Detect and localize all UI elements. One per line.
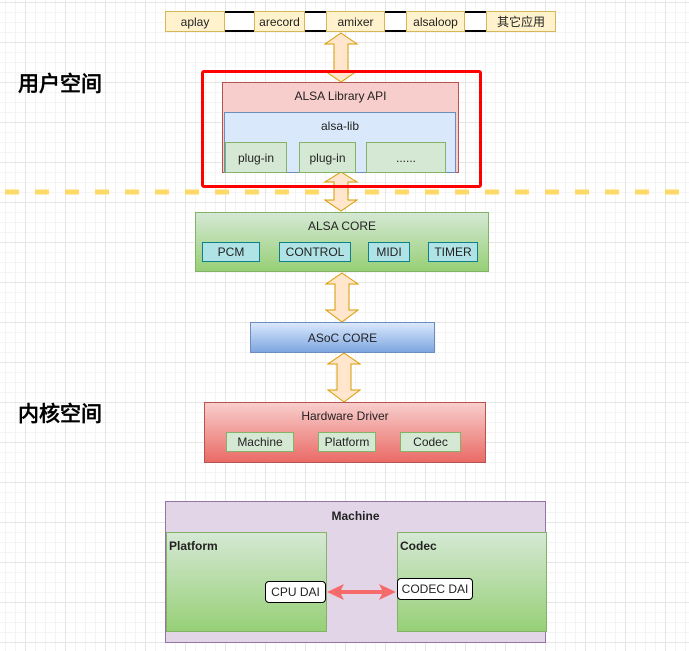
part-label: Codec xyxy=(413,435,448,449)
hardware-driver-codec: Codec xyxy=(400,432,461,452)
app-label: alsaloop xyxy=(413,14,458,29)
part-label: Platform xyxy=(324,435,370,449)
alsa-core-module-control: CONTROL xyxy=(279,242,351,262)
hardware-driver-platform: Platform xyxy=(318,432,376,452)
app-arecord: arecord xyxy=(254,11,305,32)
module-label: PCM xyxy=(217,245,245,259)
alsa-core-module-timer: TIMER xyxy=(428,242,478,262)
cpu-dai: CPU DAI xyxy=(265,581,326,603)
asoc-core-box: ASoC CORE xyxy=(250,322,435,353)
app-other: 其它应用 xyxy=(486,11,556,32)
app-label: aplay xyxy=(180,14,210,29)
hardware-driver-machine: Machine xyxy=(226,432,294,452)
arrow-alsa-core-asoc-core xyxy=(324,272,360,323)
alsa-core-module-midi: MIDI xyxy=(368,242,410,262)
part-label: Machine xyxy=(237,435,283,449)
app-label: arecord xyxy=(259,14,300,29)
hardware-driver-title: Hardware Driver xyxy=(301,409,389,423)
kernel-space-label: 内核空间 xyxy=(18,403,102,426)
arrow-asoc-core-hardware-driver xyxy=(326,352,362,403)
app-spacer xyxy=(465,11,486,32)
module-label: TIMER xyxy=(434,245,472,259)
codec-dai: CODEC DAI xyxy=(397,578,473,600)
module-label: MIDI xyxy=(376,245,402,259)
app-amixer: amixer xyxy=(326,11,385,32)
codec-title: Codec xyxy=(400,539,437,553)
user-space-label: 用户空间 xyxy=(18,73,102,96)
machine-detail-title: Machine xyxy=(331,509,380,523)
app-spacer xyxy=(305,11,326,32)
module-label: CONTROL xyxy=(285,245,345,259)
user-space-highlight-frame xyxy=(201,70,482,188)
app-spacer xyxy=(225,11,254,32)
alsa-core-module-pcm: PCM xyxy=(202,242,260,262)
alsa-core-title: ALSA CORE xyxy=(307,219,377,233)
app-aplay: aplay xyxy=(165,11,225,32)
cpu-dai-label: CPU DAI xyxy=(271,585,320,599)
asoc-core-title: ASoC CORE xyxy=(307,330,378,345)
app-alsaloop: alsaloop xyxy=(406,11,465,32)
app-label: amixer xyxy=(337,14,374,29)
app-label: 其它应用 xyxy=(496,15,545,29)
codec-dai-label: CODEC DAI xyxy=(401,582,469,596)
platform-title: Platform xyxy=(169,539,218,553)
app-spacer xyxy=(385,11,406,32)
